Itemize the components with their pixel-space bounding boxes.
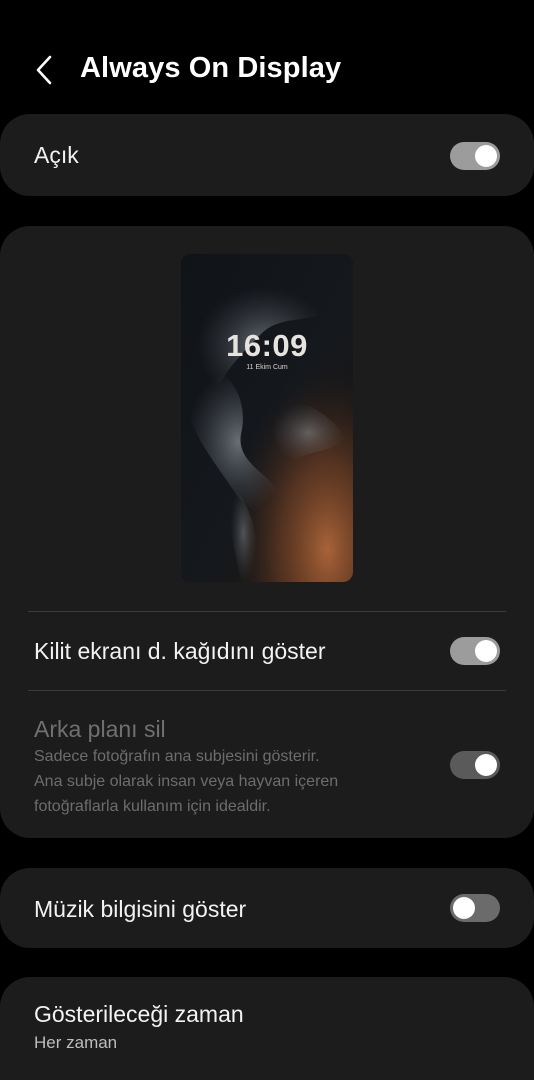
master-toggle-row[interactable]: Açık — [0, 114, 534, 196]
description-line: fotoğraflarla kullanım için idealdir. — [34, 798, 271, 815]
lock-wallpaper-label: Kilit ekranı d. kağıdını göster — [34, 638, 326, 664]
show-time-label: Gösterileceği zaman — [34, 1001, 244, 1027]
divider — [28, 690, 506, 691]
aod-preview[interactable]: 16:09 11 Ekim Cum — [181, 254, 353, 582]
music-info-switch[interactable] — [450, 894, 500, 922]
show-time-row[interactable]: Gösterileceği zaman Her zaman — [0, 977, 534, 1080]
divider — [28, 611, 506, 612]
show-time-value: Her zaman — [34, 1033, 118, 1052]
chevron-left-icon — [36, 55, 52, 85]
remove-background-label: Arka planı sil — [34, 716, 166, 742]
description-line: Ana subje olarak insan veya hayvan içere… — [34, 773, 339, 790]
remove-background-description: Sadece fotoğrafın ana subjesini gösterir… — [34, 744, 414, 819]
master-toggle-label: Açık — [34, 142, 79, 168]
preview-date: 11 Ekim Cum — [246, 364, 288, 371]
wallpaper-image — [181, 254, 353, 582]
lock-wallpaper-switch[interactable] — [450, 637, 500, 665]
remove-background-switch[interactable] — [450, 751, 500, 779]
toggle-knob — [475, 754, 497, 776]
music-info-row[interactable]: Müzik bilgisini göster — [0, 868, 534, 948]
master-toggle-switch[interactable] — [450, 142, 500, 170]
music-info-label: Müzik bilgisini göster — [34, 896, 247, 922]
toggle-knob — [475, 145, 497, 167]
settings-card: 16:09 11 Ekim Cum Kilit ekranı d. kağıdı… — [0, 226, 534, 838]
page-title: Always On Display — [80, 52, 342, 84]
toggle-knob — [453, 897, 475, 919]
header: Always On Display — [0, 40, 534, 100]
back-button[interactable] — [28, 50, 64, 90]
toggle-knob — [475, 640, 497, 662]
preview-clock: 16:09 — [226, 328, 308, 363]
description-line: Sadece fotoğrafın ana subjesini gösterir… — [34, 748, 320, 765]
